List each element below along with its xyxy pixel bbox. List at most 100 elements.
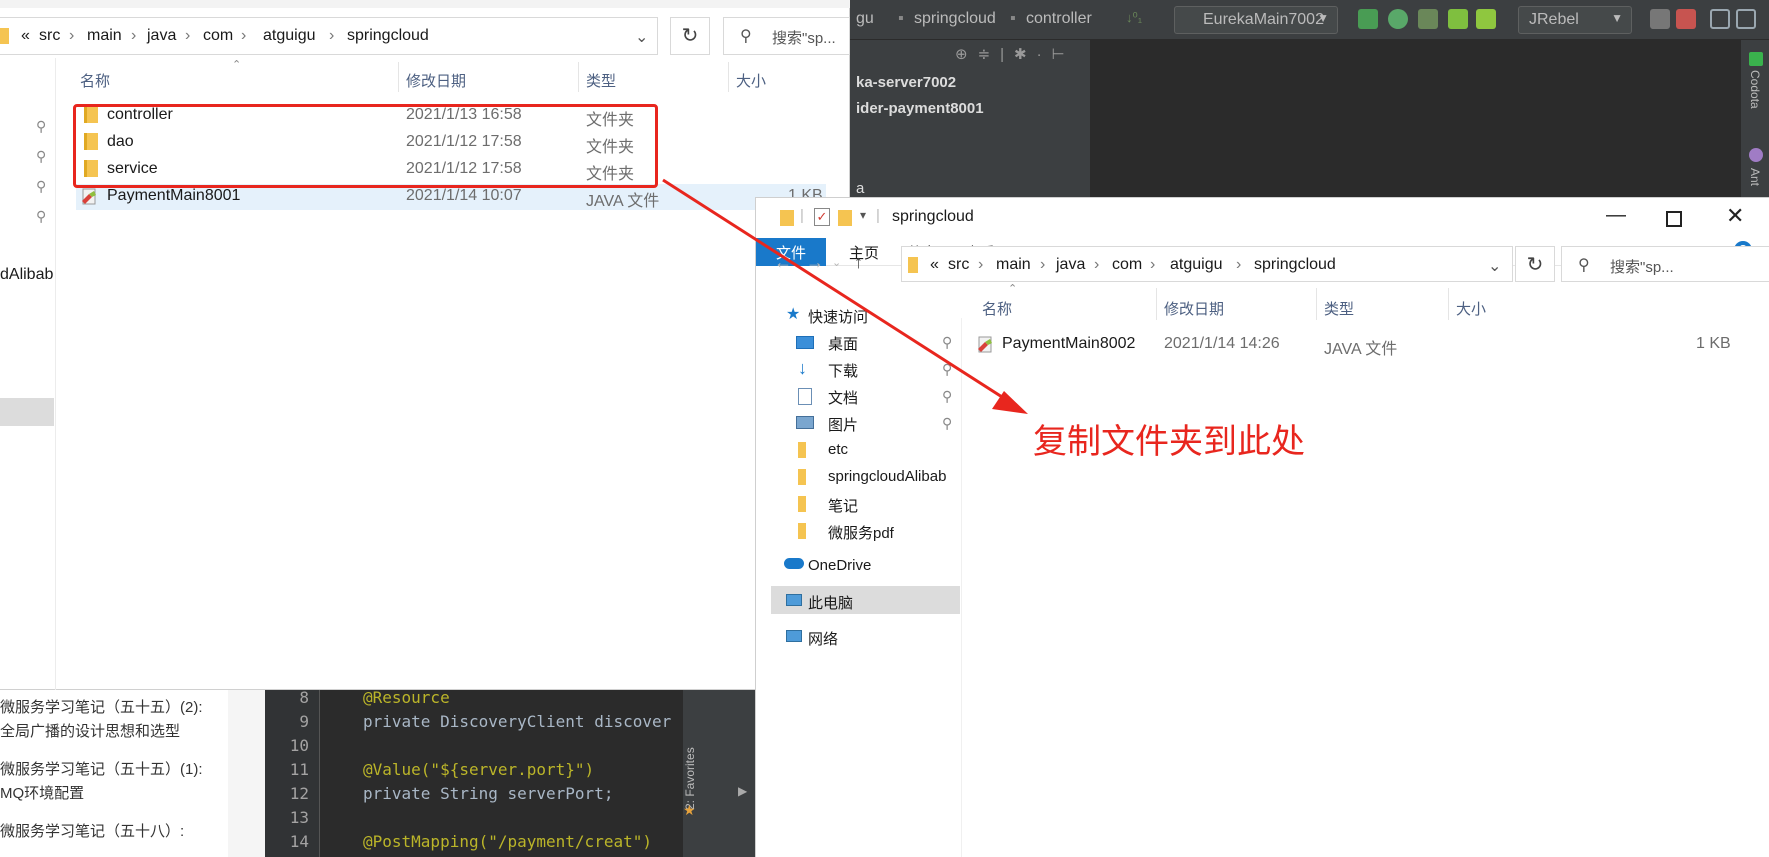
blog-link[interactable]: 微服务学习笔记（五十五）(1): [0, 758, 203, 779]
nav-item-springcloudalibaba[interactable]: springcloudAlibab [828, 468, 960, 485]
structure-icon[interactable] [1710, 9, 1730, 29]
play-icon[interactable]: ▶ [738, 784, 747, 798]
pin-icon[interactable]: ⚲ [942, 415, 952, 432]
address-seg-springcloud[interactable]: springcloud [1254, 256, 1336, 274]
nav-item-microservice-pdf[interactable]: 微服务pdf [828, 522, 894, 543]
address-overflow[interactable]: « [930, 256, 939, 274]
column-divider[interactable] [728, 62, 729, 92]
address-seg-main[interactable]: main [87, 27, 122, 45]
pin-icon[interactable]: ⚲ [36, 208, 46, 225]
column-header-name[interactable]: 名称 [982, 298, 1012, 319]
jrebel-select[interactable]: JRebel ▼ [1518, 6, 1632, 34]
ide-breadcrumb-3[interactable]: controller [1026, 10, 1092, 28]
ide-breadcrumb-1[interactable]: gu [856, 10, 874, 28]
column-divider[interactable] [1316, 288, 1317, 320]
back-icon[interactable]: ← [774, 252, 792, 273]
refresh-button[interactable]: ↻ [1515, 246, 1555, 282]
column-header-type[interactable]: 类型 [586, 70, 616, 91]
ide-breadcrumb-2[interactable]: springcloud [914, 10, 996, 28]
project-item[interactable]: ka-server7002 [856, 74, 956, 91]
column-header-name[interactable]: 名称 [80, 70, 110, 91]
project-item[interactable]: ider-payment8001 [856, 100, 984, 117]
column-header-size[interactable]: 大小 [1456, 298, 1486, 319]
ant-label[interactable]: Ant [1748, 168, 1762, 186]
nav-item-onedrive[interactable]: OneDrive [808, 557, 871, 574]
forward-icon[interactable]: → [806, 252, 824, 273]
pin-icon[interactable]: ⚲ [942, 334, 952, 351]
settings-icon[interactable] [1736, 9, 1756, 29]
address-seg-main[interactable]: main [996, 256, 1031, 274]
codota-label[interactable]: Codota [1748, 70, 1762, 109]
run-config-select[interactable]: EurekaMain7002 ▼ [1174, 6, 1338, 34]
pin-icon[interactable]: ⚲ [942, 361, 952, 378]
jrebel-run-icon[interactable] [1448, 9, 1468, 29]
address-bar[interactable]: « src › main › java › com › atguigu › sp… [901, 246, 1513, 282]
file-row[interactable]: PaymentMain8002 2021/1/14 14:26 JAVA 文件 … [972, 332, 1752, 358]
nav-item-downloads[interactable]: 下载 [828, 360, 858, 381]
favorites-label[interactable]: 2: Favorites [683, 710, 697, 810]
address-seg-src[interactable]: src [39, 27, 60, 45]
column-divider[interactable] [398, 62, 399, 92]
column-divider[interactable] [1156, 288, 1157, 320]
address-overflow[interactable]: « [21, 27, 30, 45]
refresh-button[interactable]: ↻ [670, 17, 710, 55]
nav-item-network[interactable]: 网络 [808, 628, 838, 649]
blog-link[interactable]: 微服务学习笔记（五十五）(2): [0, 696, 203, 717]
nav-item-quick-access[interactable]: 快速访问 [808, 306, 868, 327]
new-folder-icon[interactable] [838, 210, 852, 226]
nav-item-this-pc[interactable]: 此电脑 [808, 592, 853, 613]
address-seg-src[interactable]: src [948, 256, 969, 274]
address-bar[interactable]: « src › main › java › com › atguigu › sp… [0, 17, 658, 55]
column-header-date[interactable]: 修改日期 [406, 70, 466, 91]
minimize-icon[interactable]: — [1606, 204, 1626, 227]
jrebel-debug-icon[interactable] [1476, 9, 1496, 29]
blog-link[interactable]: 全局广播的设计思想和选型 [0, 720, 180, 741]
rerun-icon[interactable] [1358, 9, 1378, 29]
chevron-down-icon[interactable]: ⌄ [1488, 256, 1501, 276]
sort-icon[interactable]: ↓⁰₁ [1126, 10, 1142, 26]
column-divider[interactable] [578, 62, 579, 92]
close-icon[interactable]: ✕ [1726, 203, 1744, 229]
code-editor[interactable]: 8 9 10 11 12 13 14 @Resource private Dis… [265, 688, 755, 857]
star-icon[interactable]: ★ [683, 802, 696, 819]
nav-item-selected[interactable] [0, 398, 54, 426]
pin-icon[interactable]: ⚲ [36, 178, 46, 195]
panel-tools[interactable]: ⊕≑|✱·⊢ [955, 45, 1075, 63]
pin-icon[interactable]: ⚲ [942, 388, 952, 405]
address-seg-java[interactable]: java [1056, 256, 1085, 274]
maximize-icon[interactable] [1666, 211, 1682, 227]
nav-item-desktop[interactable]: 桌面 [828, 333, 858, 354]
nav-item-pictures[interactable]: 图片 [828, 414, 858, 435]
nav-item-notes[interactable]: 笔记 [828, 495, 858, 516]
address-seg-com[interactable]: com [203, 27, 233, 45]
stop-icon[interactable] [1676, 9, 1696, 29]
chevron-down-icon[interactable]: ⌄ [832, 256, 841, 269]
ant-icon[interactable] [1749, 148, 1763, 162]
debug-icon[interactable] [1388, 9, 1408, 29]
blog-link[interactable]: 微服务学习笔记（五十八）: [0, 820, 184, 841]
chevron-down-icon[interactable]: ⌄ [635, 27, 648, 47]
blog-link[interactable]: MQ环境配置 [0, 782, 84, 803]
column-header-size[interactable]: 大小 [736, 70, 766, 91]
address-seg-com[interactable]: com [1112, 256, 1142, 274]
title-bar[interactable]: | ✓ ▾ | springcloud — ✕ [756, 198, 1769, 238]
address-seg-atguigu[interactable]: atguigu [1170, 256, 1223, 274]
pin-icon[interactable]: ⚲ [36, 148, 46, 165]
codota-icon[interactable] [1749, 52, 1763, 66]
pin-icon[interactable]: ⚲ [36, 118, 46, 135]
up-icon[interactable]: ↑ [854, 252, 863, 273]
address-seg-atguigu[interactable]: atguigu [263, 27, 316, 45]
project-item[interactable]: a [856, 180, 864, 197]
qat-dropdown-icon[interactable]: ▾ [860, 208, 866, 222]
column-header-type[interactable]: 类型 [1324, 298, 1354, 319]
address-seg-java[interactable]: java [147, 27, 176, 45]
address-seg-springcloud[interactable]: springcloud [347, 27, 429, 45]
search-input[interactable]: ⚲ 搜索"sp... [1561, 246, 1769, 282]
column-divider[interactable] [1448, 288, 1449, 320]
nav-item-documents[interactable]: 文档 [828, 387, 858, 408]
nav-item-etc[interactable]: etc [828, 441, 848, 458]
column-header-date[interactable]: 修改日期 [1164, 298, 1224, 319]
nav-item-springcloudalibaba[interactable]: dAlibab [0, 266, 53, 284]
search-input[interactable]: ⚲ 搜索"sp... [723, 17, 850, 55]
properties-icon[interactable]: ✓ [814, 208, 830, 226]
